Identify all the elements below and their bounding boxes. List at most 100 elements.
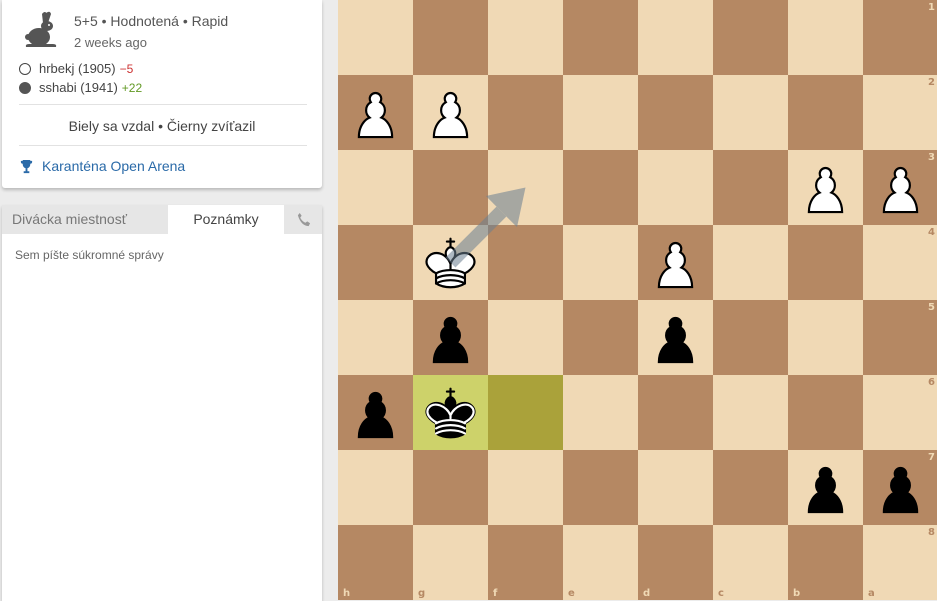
square-b6[interactable]: [788, 375, 863, 450]
square-f4[interactable]: [488, 225, 563, 300]
square-h4[interactable]: [338, 225, 413, 300]
square-e3[interactable]: [563, 150, 638, 225]
square-a5[interactable]: 5: [863, 300, 937, 375]
square-d5[interactable]: [638, 300, 713, 375]
square-f2[interactable]: [488, 75, 563, 150]
square-a1[interactable]: 1: [863, 0, 937, 75]
tab-spectator-room[interactable]: Divácka miestnosť: [2, 205, 168, 234]
square-g5[interactable]: [413, 300, 488, 375]
square-h2[interactable]: [338, 75, 413, 150]
file-label: a: [868, 588, 875, 599]
square-c3[interactable]: [713, 150, 788, 225]
square-e1[interactable]: [563, 0, 638, 75]
white-circle-icon: [19, 62, 31, 75]
square-e2[interactable]: [563, 75, 638, 150]
square-h7[interactable]: [338, 450, 413, 525]
square-a2[interactable]: 2: [863, 75, 937, 150]
chat-tabs: Divácka miestnosť Poznámky: [2, 205, 322, 234]
player-black[interactable]: sshabi (1941) +22: [19, 78, 142, 97]
black-pawn-piece[interactable]: [793, 455, 858, 520]
square-c6[interactable]: [713, 375, 788, 450]
game-result: Biely sa vzdal • Čierny zvíťazil: [68, 118, 256, 134]
square-e8[interactable]: e: [563, 525, 638, 600]
player-white-name[interactable]: hrbekj (1905): [39, 61, 116, 76]
black-pawn-piece[interactable]: [868, 455, 933, 520]
square-c5[interactable]: [713, 300, 788, 375]
square-f7[interactable]: [488, 450, 563, 525]
white-pawn-piece[interactable]: [418, 80, 483, 145]
tab-notes[interactable]: Poznámky: [168, 205, 284, 234]
tournament-name[interactable]: Karanténa Open Arena: [42, 158, 185, 174]
square-e6[interactable]: [563, 375, 638, 450]
square-g8[interactable]: g: [413, 525, 488, 600]
square-a3[interactable]: 3: [863, 150, 937, 225]
player-white[interactable]: hrbekj (1905) −5: [19, 59, 142, 78]
square-g7[interactable]: [413, 450, 488, 525]
rank-label: 2: [928, 77, 935, 88]
square-g2[interactable]: [413, 75, 488, 150]
square-d4[interactable]: [638, 225, 713, 300]
white-pawn-piece[interactable]: [643, 230, 708, 295]
trophy-icon: [20, 159, 33, 173]
square-h1[interactable]: [338, 0, 413, 75]
square-c4[interactable]: [713, 225, 788, 300]
square-g6[interactable]: [413, 375, 488, 450]
black-pawn-piece[interactable]: [418, 305, 483, 370]
black-pawn-piece[interactable]: [643, 305, 708, 370]
square-g1[interactable]: [413, 0, 488, 75]
white-pawn-piece[interactable]: [793, 155, 858, 220]
square-c1[interactable]: [713, 0, 788, 75]
file-label: e: [568, 588, 575, 599]
file-label: d: [643, 588, 651, 599]
chat-panel: Divácka miestnosť Poznámky Sem píšte súk…: [2, 205, 322, 601]
white-king-piece[interactable]: [418, 230, 483, 295]
square-e7[interactable]: [563, 450, 638, 525]
square-f1[interactable]: [488, 0, 563, 75]
square-b1[interactable]: [788, 0, 863, 75]
square-d1[interactable]: [638, 0, 713, 75]
square-g3[interactable]: [413, 150, 488, 225]
square-e5[interactable]: [563, 300, 638, 375]
square-c7[interactable]: [713, 450, 788, 525]
square-b2[interactable]: [788, 75, 863, 150]
square-e4[interactable]: [563, 225, 638, 300]
notes-textarea[interactable]: Sem píšte súkromné správy: [2, 234, 322, 262]
square-c2[interactable]: [713, 75, 788, 150]
square-b5[interactable]: [788, 300, 863, 375]
players-list: hrbekj (1905) −5 sshabi (1941) +22: [19, 59, 142, 97]
square-a6[interactable]: 6: [863, 375, 937, 450]
square-a7[interactable]: 7: [863, 450, 937, 525]
black-pawn-piece[interactable]: [343, 380, 408, 445]
square-h8[interactable]: h: [338, 525, 413, 600]
white-pawn-piece[interactable]: [343, 80, 408, 145]
square-f6[interactable]: [488, 375, 563, 450]
square-g4[interactable]: [413, 225, 488, 300]
square-a4[interactable]: 4: [863, 225, 937, 300]
square-f5[interactable]: [488, 300, 563, 375]
square-h3[interactable]: [338, 150, 413, 225]
square-h6[interactable]: [338, 375, 413, 450]
square-a8[interactable]: 8a: [863, 525, 937, 600]
divider: [19, 104, 307, 105]
square-b3[interactable]: [788, 150, 863, 225]
square-b4[interactable]: [788, 225, 863, 300]
voice-chat-button[interactable]: [284, 205, 322, 234]
square-h5[interactable]: [338, 300, 413, 375]
square-f8[interactable]: f: [488, 525, 563, 600]
square-f3[interactable]: [488, 150, 563, 225]
black-king-piece[interactable]: [418, 380, 483, 445]
square-d2[interactable]: [638, 75, 713, 150]
square-d3[interactable]: [638, 150, 713, 225]
white-pawn-piece[interactable]: [868, 155, 933, 220]
file-label: f: [493, 588, 498, 599]
game-time-ago: 2 weeks ago: [74, 35, 147, 50]
chess-board[interactable]: 1 2 34567 hgf e d cb8a: [338, 0, 937, 601]
square-c8[interactable]: c: [713, 525, 788, 600]
tournament-link[interactable]: Karanténa Open Arena: [19, 158, 185, 174]
square-d8[interactable]: d: [638, 525, 713, 600]
square-b7[interactable]: [788, 450, 863, 525]
player-black-name[interactable]: sshabi (1941): [39, 80, 118, 95]
square-b8[interactable]: b: [788, 525, 863, 600]
square-d6[interactable]: [638, 375, 713, 450]
square-d7[interactable]: [638, 450, 713, 525]
